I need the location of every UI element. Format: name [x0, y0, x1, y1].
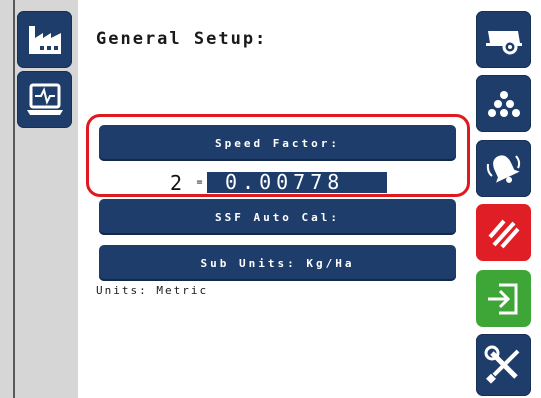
page-title: General Setup:	[96, 29, 268, 49]
exit-arrow-icon	[485, 280, 523, 318]
spreader-button[interactable]	[476, 11, 531, 68]
speed-factor-button[interactable]: Speed Factor:	[99, 125, 456, 161]
diagnostics-button[interactable]	[17, 71, 72, 128]
speed-factor-equals: =	[196, 177, 203, 188]
factory-button[interactable]	[17, 11, 72, 68]
speed-factor-prefix: 2	[170, 170, 184, 195]
spreader-trailer-icon	[484, 25, 524, 55]
hazard-stripes-icon	[486, 215, 522, 251]
alarm-bell-icon	[485, 150, 523, 188]
sub-units-button[interactable]: Sub Units: Kg/Ha	[99, 245, 456, 281]
tools-button[interactable]	[476, 334, 531, 396]
factory-icon	[27, 24, 63, 56]
monitor-diagnostics-icon	[25, 82, 65, 118]
product-button[interactable]	[476, 75, 531, 132]
alarms-button[interactable]	[476, 140, 531, 197]
ssf-auto-cal-button[interactable]: SSF Auto Cal:	[99, 199, 456, 235]
hazard-button[interactable]	[476, 204, 531, 261]
tools-wrench-screwdriver-icon	[484, 345, 524, 385]
granules-icon	[486, 89, 522, 119]
units-status: Units: Metric	[96, 284, 209, 297]
speed-factor-value-field[interactable]: 0.00778	[207, 172, 387, 193]
left-edge-divider	[13, 0, 15, 398]
speed-factor-value-row: 2 = 0.00778	[170, 170, 387, 195]
exit-button[interactable]	[476, 270, 531, 327]
